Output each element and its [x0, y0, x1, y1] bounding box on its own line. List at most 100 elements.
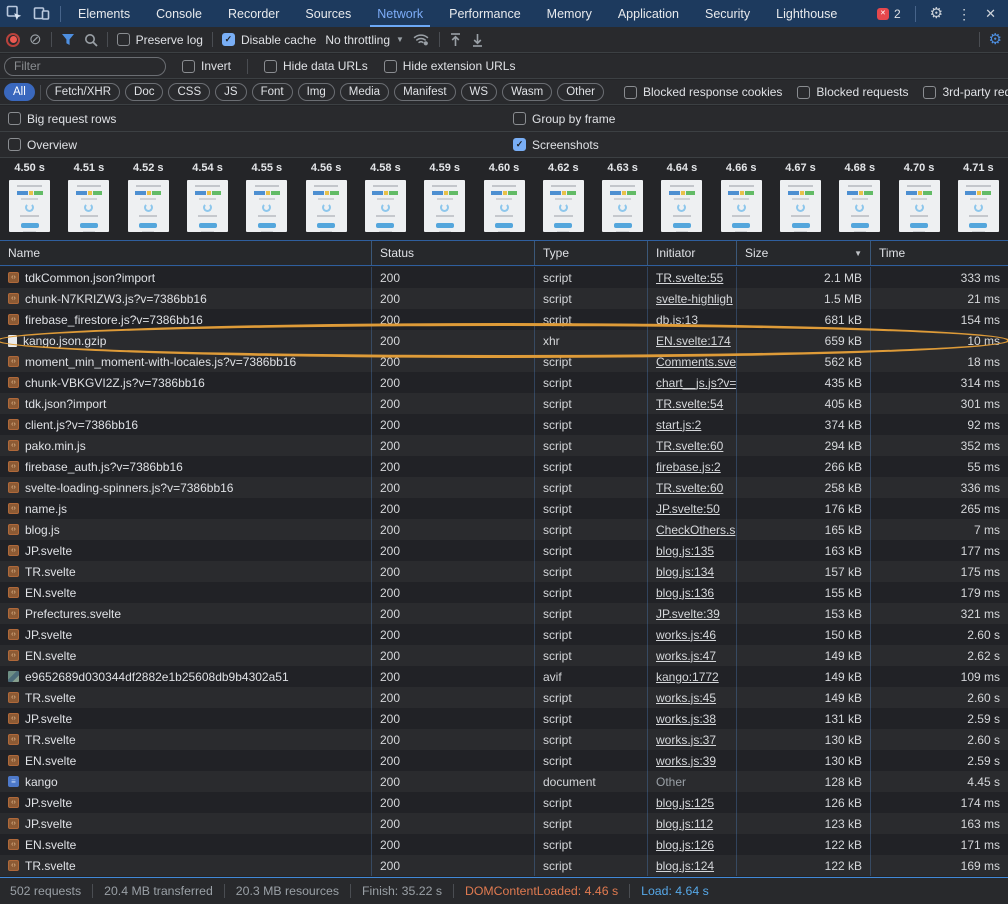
search-icon[interactable]: [84, 33, 98, 47]
tab-elements[interactable]: Elements: [65, 0, 143, 27]
table-row[interactable]: name.js200scriptJP.svelte:50176 kB265 ms: [0, 498, 1008, 519]
checkbox-screenshots[interactable]: ✓Screenshots: [513, 138, 599, 152]
initiator-link[interactable]: TR.svelte:60: [656, 439, 723, 453]
filter-chip-js[interactable]: JS: [215, 83, 246, 101]
table-row[interactable]: firebase_firestore.js?v=7386bb16200scrip…: [0, 309, 1008, 330]
initiator-link[interactable]: works.js:38: [656, 712, 716, 726]
checkbox-disable-cache[interactable]: ✓Disable cache: [222, 33, 316, 47]
page-screenshot-thumbnail[interactable]: [661, 180, 702, 232]
tab-security[interactable]: Security: [692, 0, 763, 27]
initiator-link[interactable]: blog.js:126: [656, 838, 714, 852]
table-row[interactable]: client.js?v=7386bb16200scriptstart.js:23…: [0, 414, 1008, 435]
column-header-name[interactable]: Name: [0, 241, 372, 265]
initiator-link[interactable]: db.js:13: [656, 313, 698, 327]
filter-chip-fetch-xhr[interactable]: Fetch/XHR: [46, 83, 120, 101]
record-network-log-icon[interactable]: [6, 33, 20, 47]
table-row[interactable]: chunk-N7KRIZW3.js?v=7386bb16200scriptsve…: [0, 288, 1008, 309]
initiator-link[interactable]: JP.svelte:50: [656, 502, 720, 516]
initiator-link[interactable]: start.js:2: [656, 418, 701, 432]
initiator-link[interactable]: works.js:46: [656, 628, 716, 642]
filter-chip-all[interactable]: All: [4, 83, 35, 101]
initiator-link[interactable]: Comments.sve: [656, 355, 736, 369]
page-screenshot-thumbnail[interactable]: [9, 180, 50, 232]
filter-chip-ws[interactable]: WS: [461, 83, 498, 101]
network-settings-gear-icon[interactable]: ⚙: [989, 32, 1002, 47]
page-screenshot-thumbnail[interactable]: [306, 180, 347, 232]
table-row[interactable]: JP.svelte200scriptblog.js:112123 kB163 m…: [0, 813, 1008, 834]
page-screenshot-thumbnail[interactable]: [899, 180, 940, 232]
table-row[interactable]: tdkCommon.json?import200scriptTR.svelte:…: [0, 267, 1008, 288]
table-row[interactable]: EN.svelte200scriptworks.js:39130 kB2.59 …: [0, 750, 1008, 771]
filter-funnel-icon[interactable]: [61, 33, 75, 46]
table-row[interactable]: TR.svelte200scriptblog.js:134157 kB175 m…: [0, 561, 1008, 582]
page-screenshot-thumbnail[interactable]: [187, 180, 228, 232]
page-screenshot-thumbnail[interactable]: [780, 180, 821, 232]
initiator-link[interactable]: blog.js:134: [656, 565, 714, 579]
settings-gear-icon[interactable]: ⚙: [930, 6, 943, 21]
initiator-link[interactable]: chart__js.js?v=: [656, 376, 736, 390]
initiator-link[interactable]: kango:1772: [656, 670, 719, 684]
table-row[interactable]: firebase_auth.js?v=7386bb16200scriptfire…: [0, 456, 1008, 477]
tab-sources[interactable]: Sources: [292, 0, 364, 27]
checkbox-hide-extension-urls[interactable]: Hide extension URLs: [384, 59, 516, 73]
checkbox-invert[interactable]: Invert: [182, 59, 231, 73]
table-row[interactable]: e9652689d030344df2882e1b25608db9b4302a51…: [0, 666, 1008, 687]
initiator-link[interactable]: JP.svelte:39: [656, 607, 720, 621]
table-row[interactable]: pako.min.js200scriptTR.svelte:60294 kB35…: [0, 435, 1008, 456]
column-header-initiator[interactable]: Initiator: [648, 241, 737, 265]
checkbox-group-by-frame[interactable]: Group by frame: [513, 112, 615, 126]
more-options-kebab-icon[interactable]: ⋮: [957, 7, 971, 21]
table-row[interactable]: chunk-VBKGVI2Z.js?v=7386bb16200scriptcha…: [0, 372, 1008, 393]
page-screenshot-thumbnail[interactable]: [484, 180, 525, 232]
initiator-link[interactable]: blog.js:112: [656, 817, 713, 831]
table-row[interactable]: TR.svelte200scriptblog.js:124122 kB169 m…: [0, 855, 1008, 876]
initiator-link[interactable]: works.js:45: [656, 691, 716, 705]
page-screenshot-thumbnail[interactable]: [602, 180, 643, 232]
checkbox-blocked-response-cookies[interactable]: Blocked response cookies: [624, 85, 782, 99]
checkbox-big-request-rows[interactable]: Big request rows: [8, 112, 116, 126]
error-count-badge[interactable]: ✕ 2: [877, 7, 901, 21]
table-row[interactable]: TR.svelte200scriptworks.js:37130 kB2.60 …: [0, 729, 1008, 750]
initiator-link[interactable]: works.js:37: [656, 733, 716, 747]
table-row[interactable]: kango200documentOther128 kB4.45 s: [0, 771, 1008, 792]
clear-network-log-icon[interactable]: ⊘: [29, 32, 42, 47]
checkbox-3rd-party-requests[interactable]: 3rd-party requests: [923, 85, 1008, 99]
import-har-icon[interactable]: [449, 33, 462, 47]
table-row[interactable]: blog.js200scriptCheckOthers.s165 kB7 ms: [0, 519, 1008, 540]
filter-input[interactable]: [4, 57, 166, 76]
page-screenshot-thumbnail[interactable]: [424, 180, 465, 232]
table-row[interactable]: svelte-loading-spinners.js?v=7386bb16200…: [0, 477, 1008, 498]
tab-memory[interactable]: Memory: [534, 0, 605, 27]
initiator-link[interactable]: works.js:39: [656, 754, 716, 768]
initiator-link[interactable]: svelte-highligh: [656, 292, 733, 306]
table-row[interactable]: TR.svelte200scriptworks.js:45149 kB2.60 …: [0, 687, 1008, 708]
checkbox-preserve-log[interactable]: Preserve log: [117, 33, 203, 47]
table-row[interactable]: JP.svelte200scriptworks.js:46150 kB2.60 …: [0, 624, 1008, 645]
initiator-link[interactable]: TR.svelte:60: [656, 481, 723, 495]
column-header-type[interactable]: Type: [535, 241, 648, 265]
tab-recorder[interactable]: Recorder: [215, 0, 292, 27]
column-header-size[interactable]: Size▼: [737, 241, 871, 265]
page-screenshot-thumbnail[interactable]: [128, 180, 169, 232]
filter-chip-font[interactable]: Font: [252, 83, 293, 101]
table-row[interactable]: moment_min_moment-with-locales.js?v=7386…: [0, 351, 1008, 372]
checkbox-overview[interactable]: Overview: [8, 138, 77, 152]
export-har-icon[interactable]: [471, 33, 484, 47]
filter-chip-wasm[interactable]: Wasm: [502, 83, 552, 101]
page-screenshot-thumbnail[interactable]: [958, 180, 999, 232]
initiator-link[interactable]: blog.js:125: [656, 796, 714, 810]
table-row[interactable]: kango.json.gzip200xhrEN.svelte:174659 kB…: [0, 330, 1008, 351]
network-conditions-icon[interactable]: [413, 33, 430, 46]
initiator-link[interactable]: blog.js:135: [656, 544, 714, 558]
table-row[interactable]: JP.svelte200scriptblog.js:125126 kB174 m…: [0, 792, 1008, 813]
initiator-link[interactable]: TR.svelte:55: [656, 271, 723, 285]
page-screenshot-thumbnail[interactable]: [543, 180, 584, 232]
initiator-link[interactable]: EN.svelte:174: [656, 334, 731, 348]
inspect-element-icon[interactable]: [6, 5, 23, 22]
column-header-time[interactable]: Time: [871, 241, 1008, 265]
page-screenshot-thumbnail[interactable]: [365, 180, 406, 232]
checkbox-blocked-requests[interactable]: Blocked requests: [797, 85, 908, 99]
filter-chip-media[interactable]: Media: [340, 83, 389, 101]
filter-chip-doc[interactable]: Doc: [125, 83, 163, 101]
table-row[interactable]: JP.svelte200scriptworks.js:38131 kB2.59 …: [0, 708, 1008, 729]
